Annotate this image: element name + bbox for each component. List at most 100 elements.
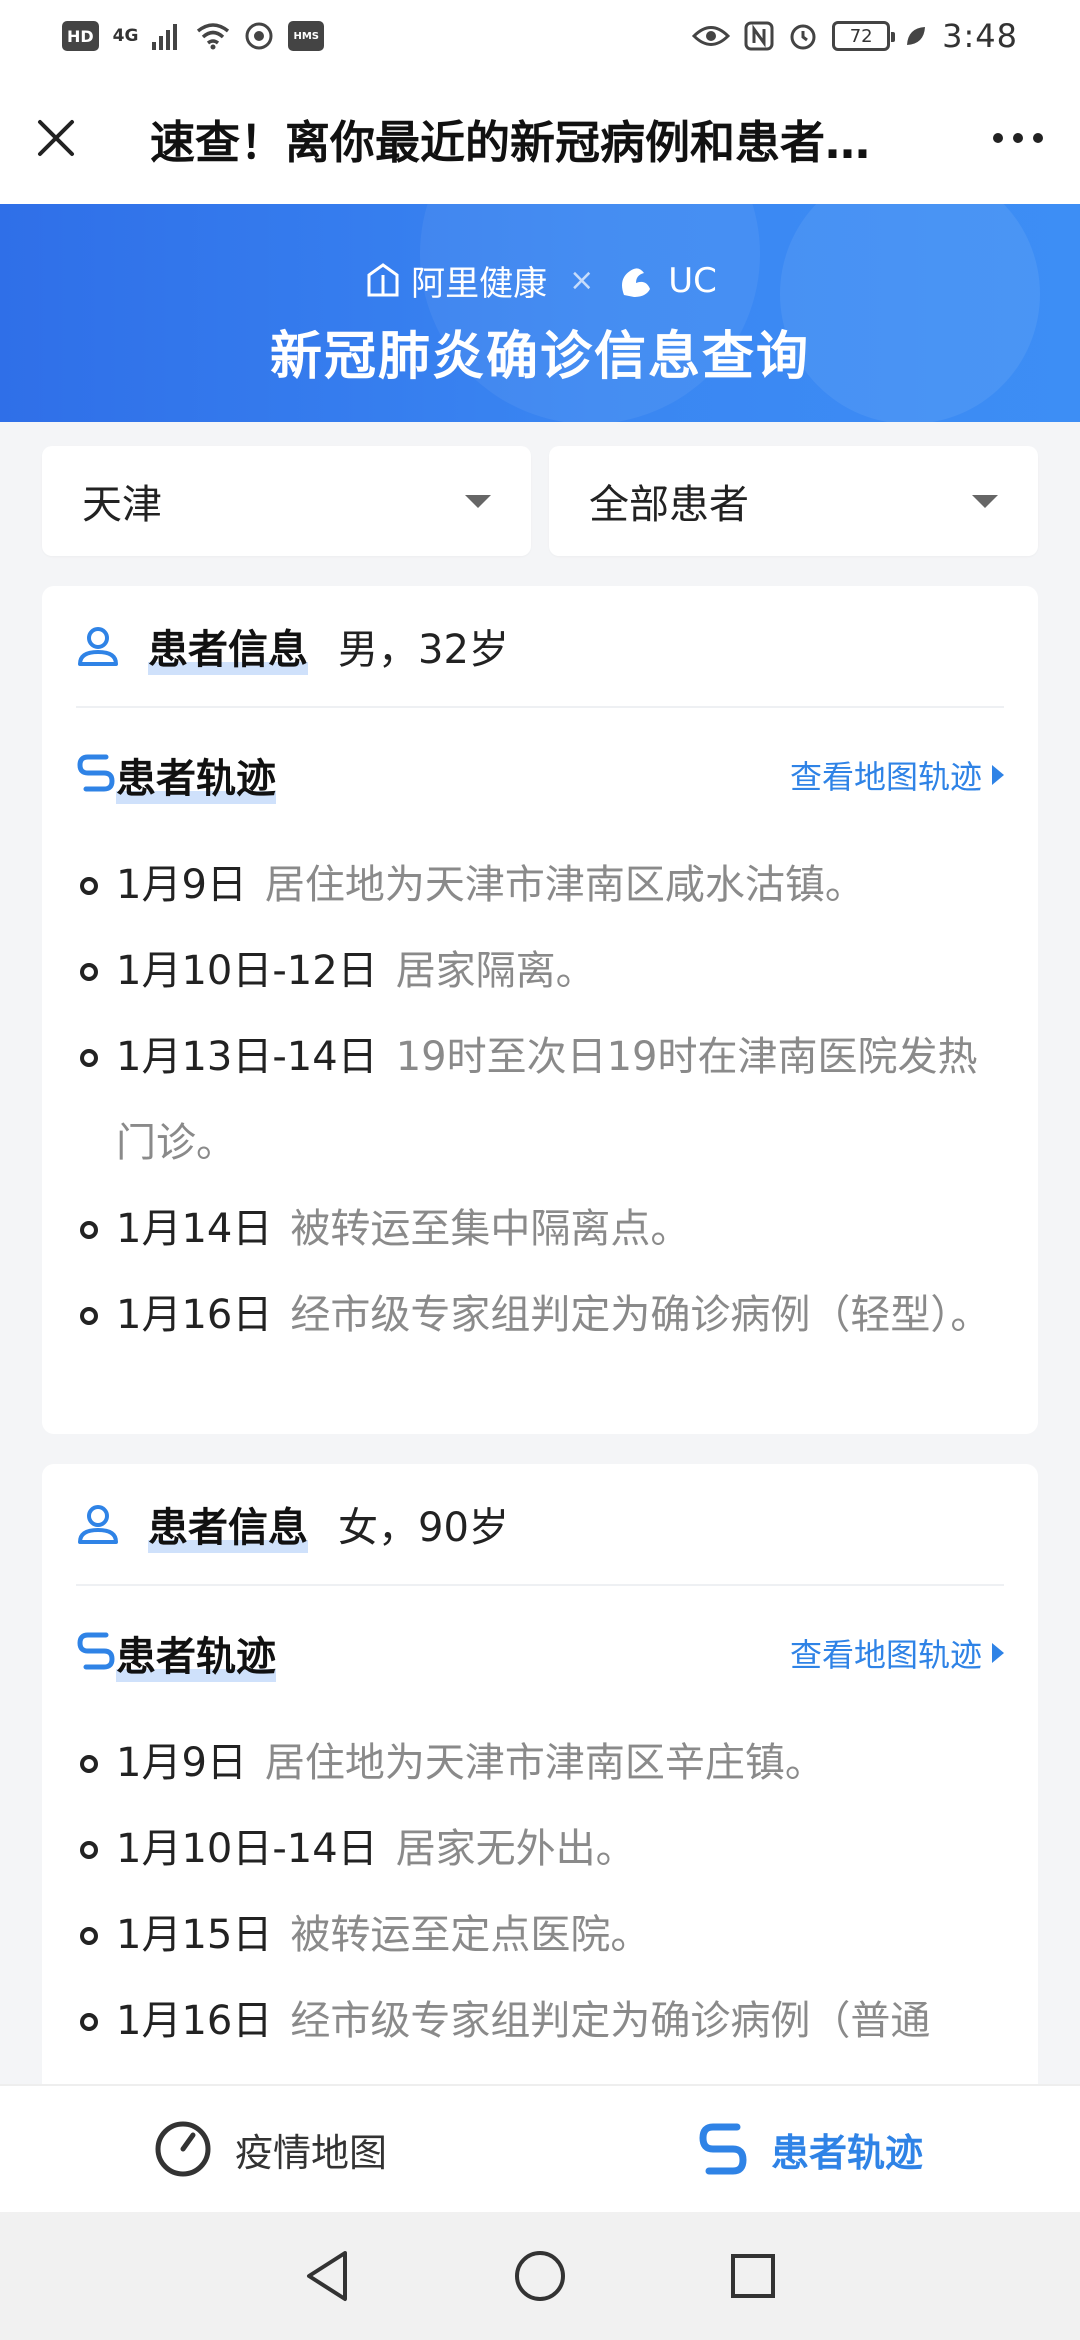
event-item: 1月9日 居住地为天津市津南区咸水沽镇。 <box>76 842 1004 928</box>
event-desc: 居住地为天津市津南区辛庄镇。 <box>264 1740 825 1786</box>
patient-card: 患者信息 女，90岁 患者轨迹 查看地图轨迹 1月9日 居住地为天津市津南区辛庄镇… <box>42 1464 1038 2104</box>
alihealth-name: 阿里健康 <box>411 264 548 304</box>
event-date: 1月10日-12日 <box>116 948 378 994</box>
tab-epidemic-map[interactable]: 疫情地图 <box>0 2119 540 2179</box>
patient-card: 患者信息 男，32岁 患者轨迹 查看地图轨迹 1月9日 居住地为天津市津南区咸水沽… <box>42 586 1038 1434</box>
tab-epidemic-map-label: 疫情地图 <box>234 2130 387 2175</box>
event-desc: 居家隔离。 <box>395 948 596 994</box>
banner-decoration <box>780 204 1040 422</box>
bullet-icon <box>80 1307 98 1325</box>
network-label: 4G <box>112 26 139 46</box>
battery-icon: 72 <box>832 21 896 51</box>
brand-row: 阿里健康 × UC <box>0 256 1080 305</box>
bullet-icon <box>80 1927 98 1945</box>
bullet-icon <box>80 1841 98 1859</box>
patient-track-label: 患者轨迹 <box>116 746 276 804</box>
patient-track-label: 患者轨迹 <box>116 1624 276 1682</box>
filter-row: 天津 全部患者 <box>42 446 1038 556</box>
event-date: 1月9日 <box>116 862 247 908</box>
banner-decoration <box>420 204 760 422</box>
play-triangle-icon <box>992 1643 1004 1663</box>
patient-info-label: 患者信息 <box>148 1495 308 1553</box>
patient-info-header: 患者信息 女，90岁 <box>76 1464 1004 1584</box>
brand-separator: × <box>569 263 595 298</box>
city-select-value: 天津 <box>82 482 162 528</box>
patient-info-header: 患者信息 男，32岁 <box>76 586 1004 706</box>
battery-level: 72 <box>849 25 873 47</box>
clock: 3:48 <box>942 17 1018 55</box>
bullet-icon <box>80 1221 98 1239</box>
event-item: 1月9日 居住地为天津市津南区辛庄镇。 <box>76 1720 1004 1806</box>
status-right: 72 3:48 <box>692 17 1018 55</box>
bullet-icon <box>80 2013 98 2031</box>
city-select[interactable]: 天津 <box>42 446 531 556</box>
event-item: 1月13日-14日 19时至次日19时在津南医院发热门诊。 <box>76 1014 1004 1186</box>
alihealth-logo-icon <box>367 262 399 296</box>
eye-icon <box>692 26 731 46</box>
event-desc: 居住地为天津市津南区咸水沽镇。 <box>264 862 865 908</box>
event-item: 1月14日 被转运至集中隔离点。 <box>76 1186 1004 1272</box>
wifi-icon <box>197 23 230 50</box>
hd-badge: HD <box>62 21 99 51</box>
play-triangle-icon <box>992 765 1004 785</box>
recents-square-icon <box>731 2254 776 2298</box>
event-date: 1月10日-14日 <box>116 1826 378 1872</box>
event-list: 1月9日 居住地为天津市津南区辛庄镇。 1月10日-14日 居家无外出。 1月15日… <box>76 1720 1004 2104</box>
view-map-track-text: 查看地图轨迹 <box>789 758 982 796</box>
event-date: 1月15日 <box>116 1912 273 1958</box>
event-date: 1月16日 <box>116 1292 273 1338</box>
back-triangle-icon <box>306 2251 347 2301</box>
uc-squirrel-icon <box>622 267 651 297</box>
view-map-track-link[interactable]: 查看地图轨迹 <box>790 1630 1004 1676</box>
back-button[interactable] <box>297 2246 357 2306</box>
event-item: 1月15日 被转运至定点医院。 <box>76 1892 1004 1978</box>
patient-track-header: 患者轨迹 查看地图轨迹 <box>76 708 1004 842</box>
event-desc: 被转运至定点医院。 <box>290 1912 651 1958</box>
event-date: 1月16日 <box>116 1998 273 2044</box>
route-icon <box>76 751 116 799</box>
page-title: 速查！离你最近的新冠病例和患者… <box>150 115 871 169</box>
title-bar: 速查！离你最近的新冠病例和患者… <box>0 72 1080 204</box>
signal-icon <box>152 24 178 50</box>
event-date: 1月9日 <box>116 1740 247 1786</box>
bullet-icon <box>80 877 98 895</box>
more-button[interactable] <box>988 114 1048 162</box>
hotspot-icon <box>245 22 273 50</box>
event-desc: 被转运至集中隔离点。 <box>290 1206 691 1252</box>
gauge-icon <box>155 2121 211 2177</box>
patient-info-value: 男，32岁 <box>338 627 509 673</box>
patient-info-value: 女，90岁 <box>338 1505 509 1551</box>
dropdown-caret-icon <box>465 494 491 508</box>
nfc-icon <box>744 21 774 51</box>
event-desc: 经市级专家组判定为确诊病例（轻型）。 <box>290 1292 991 1338</box>
view-map-track-link[interactable]: 查看地图轨迹 <box>790 752 1004 798</box>
event-item: 1月10日-14日 居家无外出。 <box>76 1806 1004 1892</box>
alarm-icon <box>790 24 816 50</box>
user-icon <box>76 1502 120 1546</box>
bullet-icon <box>80 1049 98 1067</box>
uc-brand: UC <box>616 261 717 301</box>
event-item: 1月16日 经市级专家组判定为确诊病例（轻型）。 <box>76 1272 1004 1358</box>
patient-scope-select[interactable]: 全部患者 <box>549 446 1038 556</box>
alihealth-brand: 阿里健康 <box>363 256 547 305</box>
bullet-icon <box>80 963 98 981</box>
status-bar: HD 4G HMS 72 3:48 <box>0 0 1080 72</box>
event-date: 1月14日 <box>116 1206 273 1252</box>
home-button[interactable] <box>510 2246 570 2306</box>
dropdown-caret-icon <box>972 494 998 508</box>
close-icon <box>38 120 74 156</box>
leaf-icon <box>907 27 926 45</box>
event-list: 1月9日 居住地为天津市津南区咸水沽镇。 1月10日-12日 居家隔离。 1月13日… <box>76 842 1004 1358</box>
more-icon <box>993 133 1043 143</box>
close-button[interactable] <box>32 114 80 162</box>
route-icon <box>76 1629 116 1677</box>
route-icon <box>699 2123 747 2175</box>
patient-scope-value: 全部患者 <box>589 482 749 528</box>
tab-patient-track[interactable]: 患者轨迹 <box>540 2121 1080 2177</box>
home-circle-icon <box>514 2251 565 2301</box>
recents-button[interactable] <box>723 2246 783 2306</box>
event-date: 1月13日-14日 <box>116 1034 378 1080</box>
bullet-icon <box>80 1755 98 1773</box>
user-icon <box>76 624 120 668</box>
patient-track-header: 患者轨迹 查看地图轨迹 <box>76 1586 1004 1720</box>
